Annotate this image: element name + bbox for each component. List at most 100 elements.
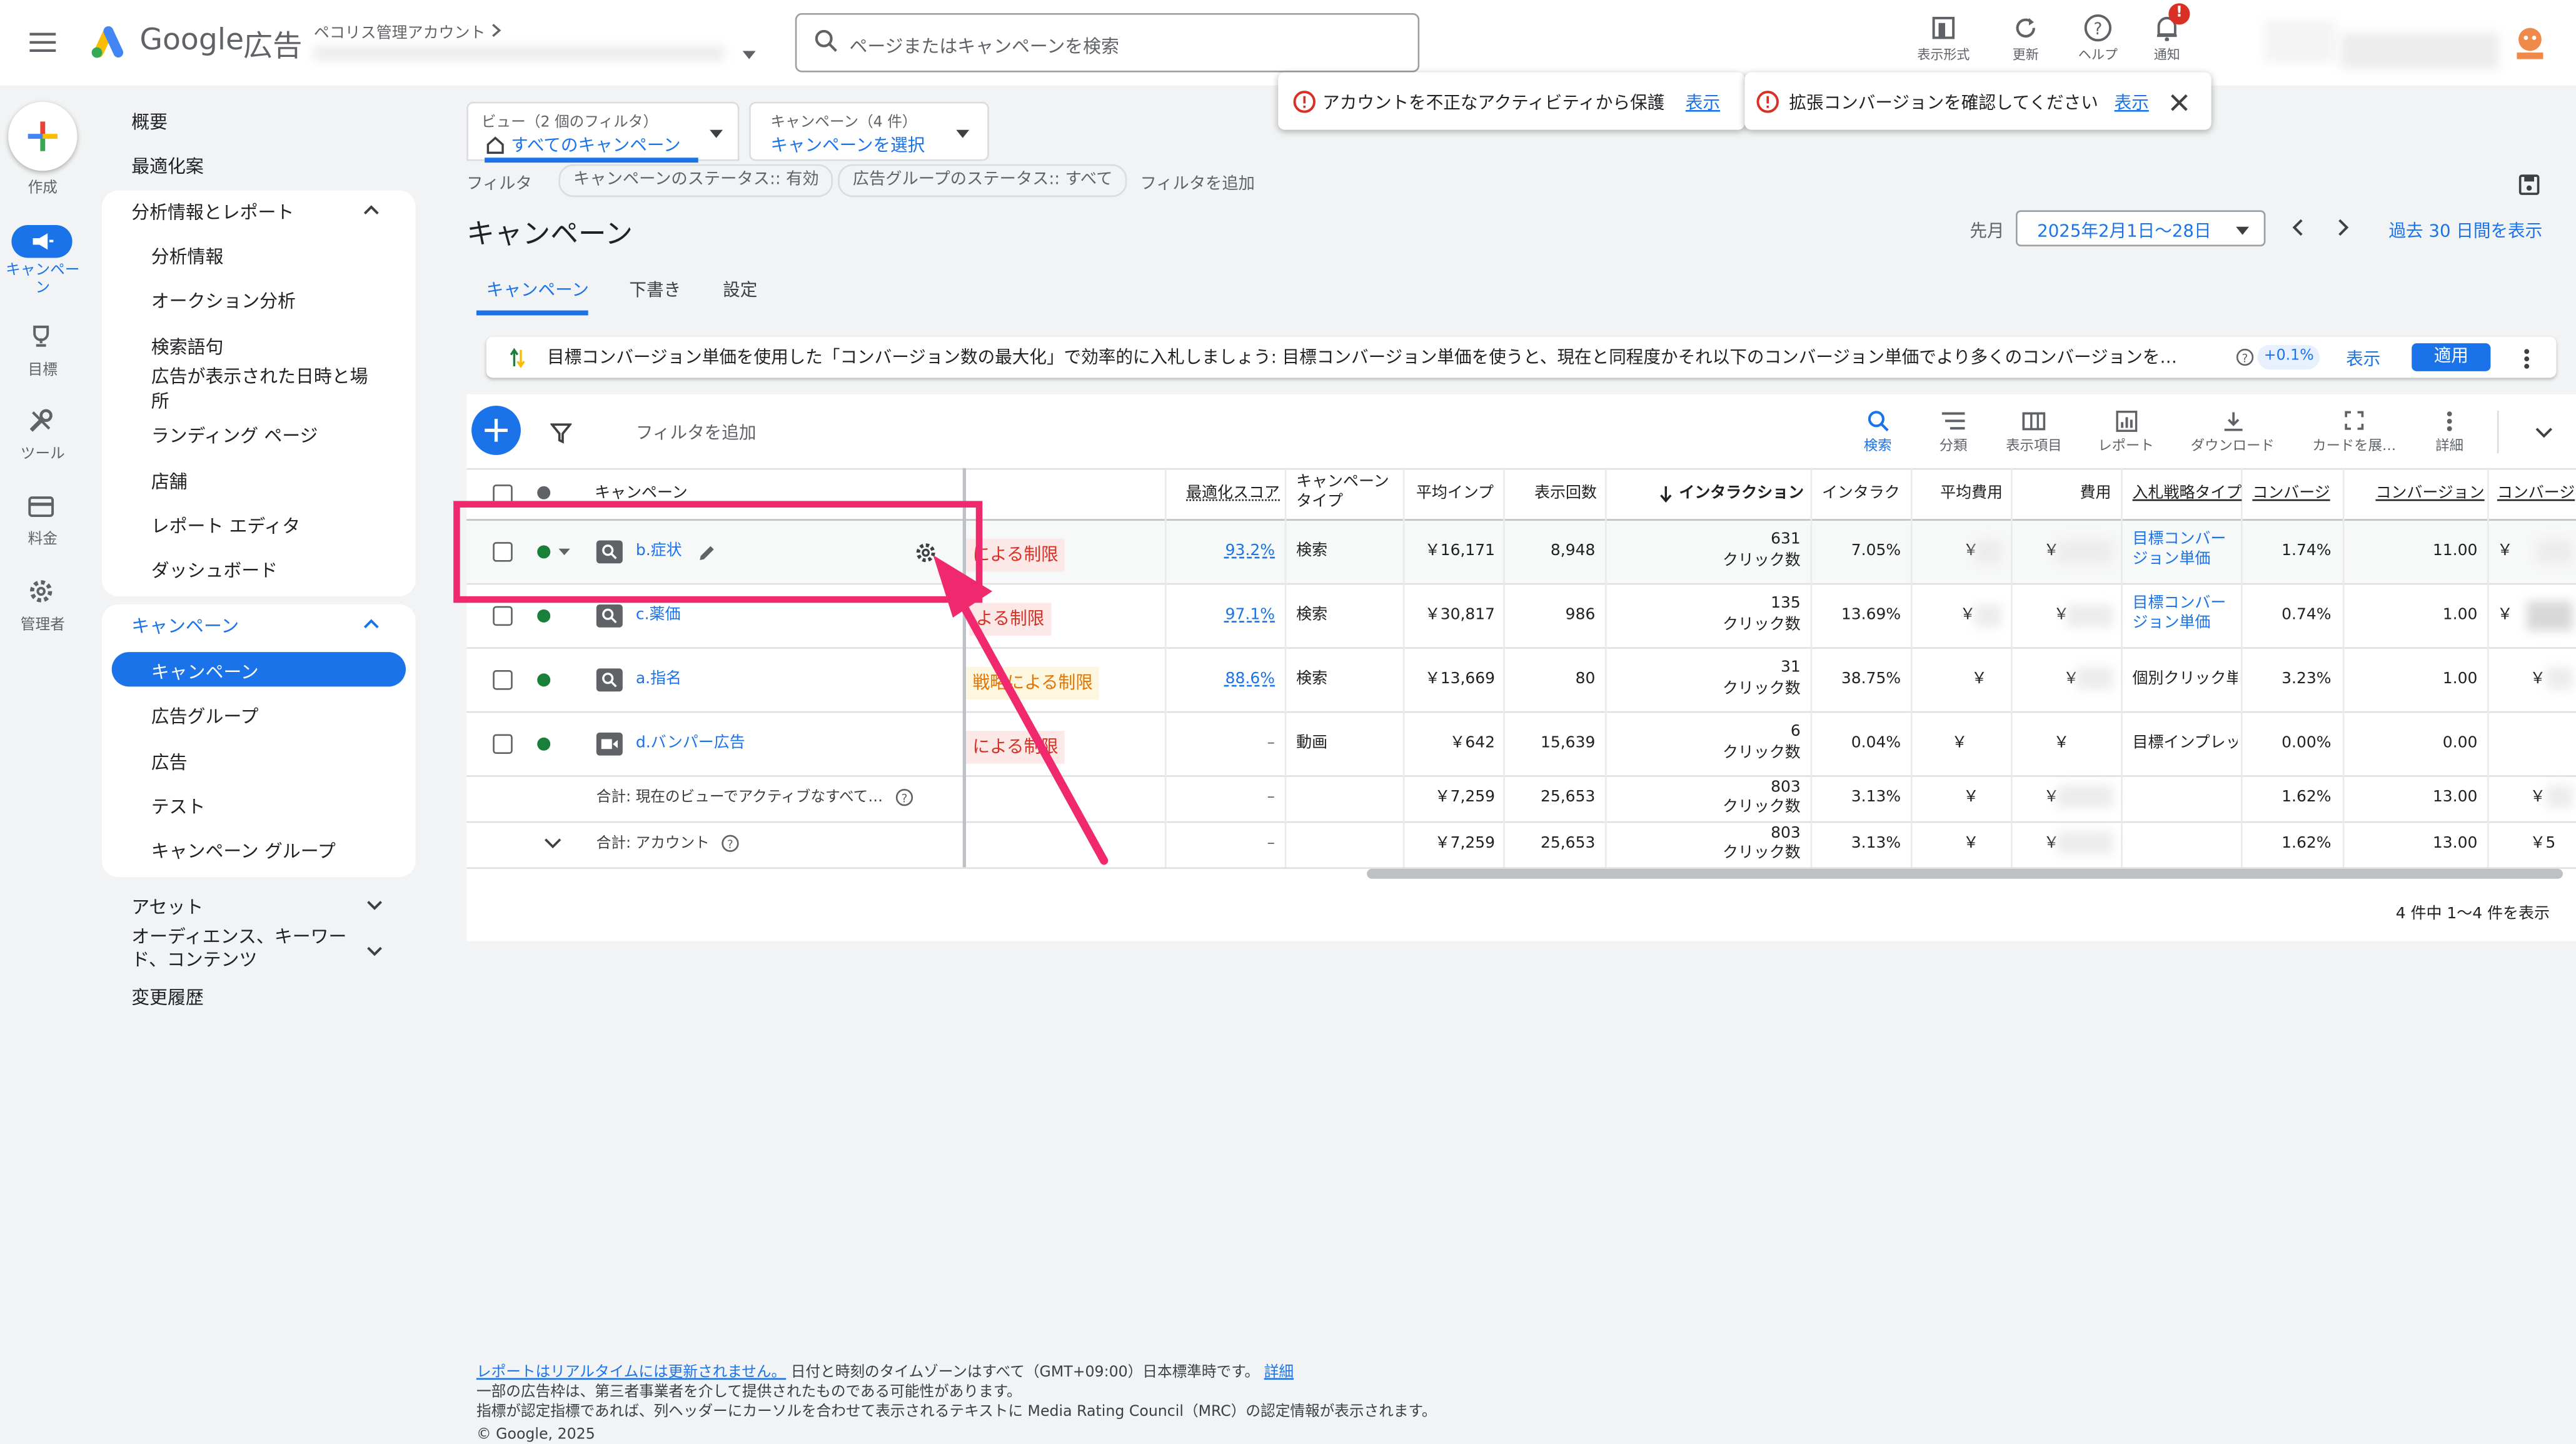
help-icon[interactable]: ? bbox=[720, 833, 740, 853]
chevron-up-icon[interactable] bbox=[358, 614, 385, 634]
bid-strategy-link[interactable]: 目標コンバー ジョン単価 bbox=[2133, 594, 2226, 634]
column-divider bbox=[2121, 468, 2123, 868]
col-header-opt-score[interactable]: 最適化スコア bbox=[1186, 484, 1280, 504]
campaign-selector[interactable]: キャンペーン（4 件） キャンペーンを選択 bbox=[749, 101, 989, 161]
table-add-filter[interactable]: フィルタを追加 bbox=[636, 421, 757, 445]
col-header-type[interactable]: キャンペーン タイプ bbox=[1296, 473, 1389, 513]
display-format-button[interactable]: 表示形式 bbox=[1903, 10, 1985, 76]
view-selector[interactable]: ビュー（2 個のフィルタ） すべてのキャンペーン bbox=[466, 101, 740, 163]
rail-campaigns-button[interactable] bbox=[11, 224, 73, 258]
tools-icon[interactable] bbox=[23, 406, 59, 435]
col-header-conv-extra[interactable]: コンバージ bbox=[2497, 484, 2575, 504]
notifications-button[interactable]: 通知 ! bbox=[2126, 3, 2208, 76]
col-header-impressions[interactable]: 表示回数 bbox=[1534, 484, 1597, 504]
chevron-down-icon[interactable] bbox=[361, 895, 388, 915]
realtime-link[interactable]: レポートはリアルタイムには更新されません。 bbox=[476, 1365, 786, 1381]
nav-campaigns-active-pill[interactable]: キャンペーン bbox=[111, 652, 406, 687]
recommendation-view-link[interactable]: 表示 bbox=[2346, 346, 2380, 371]
col-header-bid[interactable]: 入札戦略タイプ bbox=[2133, 484, 2242, 504]
nav-insights-item[interactable]: 分析情報 bbox=[151, 243, 224, 269]
table-tool-expand[interactable]: カードを展… bbox=[2307, 408, 2402, 455]
avatar[interactable] bbox=[2510, 23, 2550, 63]
row-checkbox[interactable] bbox=[493, 734, 513, 755]
conversion-notice-link[interactable]: 表示 bbox=[2115, 91, 2149, 115]
billing-card-icon[interactable] bbox=[23, 491, 59, 521]
nav-insights-item[interactable]: 店舗 bbox=[151, 468, 188, 494]
col-header-int-rate[interactable]: インタラク bbox=[1822, 484, 1900, 504]
filter-chip[interactable]: 広告グループのステータス:: すべて bbox=[838, 164, 1128, 198]
tab-settings[interactable]: 設定 bbox=[723, 278, 757, 302]
campaign-name-link[interactable]: a.指名 bbox=[636, 670, 682, 690]
nav-insights-item[interactable]: 広告が表示された日時と場所 bbox=[151, 364, 381, 414]
tab-drafts[interactable]: 下書き bbox=[629, 278, 681, 302]
past-30-days-link[interactable]: 過去 30 日間を表示 bbox=[2388, 218, 2542, 243]
nav-insights-item[interactable]: オークション分析 bbox=[151, 288, 296, 314]
chevron-down-icon[interactable] bbox=[2530, 421, 2556, 444]
chevron-left-icon[interactable] bbox=[2283, 214, 2310, 240]
nav-insights-title[interactable]: 分析情報とレポート bbox=[131, 199, 294, 225]
table-tool-search[interactable]: 検索 bbox=[1853, 408, 1903, 455]
recommendation-apply-button[interactable]: 適用 bbox=[2412, 343, 2491, 371]
col-header-interactions[interactable]: インタラクション bbox=[1679, 484, 1804, 504]
col-header-avg-imp[interactable]: 平均インプ bbox=[1416, 484, 1494, 504]
chevron-right-icon[interactable] bbox=[2330, 214, 2356, 240]
table-tool-download[interactable]: ダウンロード bbox=[2181, 408, 2283, 455]
nav-assets[interactable]: アセット bbox=[131, 893, 203, 920]
help-icon[interactable]: ? bbox=[2234, 346, 2254, 366]
interactions-value: 135 bbox=[1771, 594, 1801, 613]
table-tool-more[interactable]: 詳細 bbox=[2425, 408, 2474, 455]
menu-icon[interactable] bbox=[23, 23, 63, 63]
opt-score-link[interactable]: 97.1% bbox=[1215, 606, 1275, 626]
nav-audiences[interactable]: オーディエンス、キーワード、コンテンツ bbox=[131, 926, 353, 973]
impressions-value: 8,948 bbox=[1550, 542, 1596, 560]
nav-campaigns-item[interactable]: テスト bbox=[151, 793, 206, 820]
col-header-conv-rate[interactable]: コンバージ bbox=[2252, 484, 2330, 504]
table-tool-report[interactable]: レポート bbox=[2093, 408, 2159, 455]
nav-campaigns-item[interactable]: 広告 bbox=[151, 749, 188, 775]
horizontal-scrollbar[interactable] bbox=[1367, 868, 2563, 879]
tab-campaigns[interactable]: キャンペーン bbox=[486, 278, 589, 302]
campaign-name-link[interactable]: c.薬価 bbox=[636, 606, 681, 626]
chevron-up-icon[interactable] bbox=[358, 201, 385, 221]
filter-chip[interactable]: キャンペーンのステータス:: 有効 bbox=[558, 164, 834, 198]
nav-campaigns-item[interactable]: キャンペーン グループ bbox=[151, 838, 336, 864]
chevron-down-icon[interactable] bbox=[540, 835, 563, 851]
date-range-picker[interactable]: 2025年2月1日～28日 bbox=[2016, 210, 2266, 247]
details-link[interactable]: 詳細 bbox=[1264, 1365, 1294, 1381]
nav-insights-item[interactable]: レポート エディタ bbox=[151, 513, 300, 539]
nav-campaigns-item[interactable]: 広告グループ bbox=[151, 703, 259, 730]
table-tool-segment[interactable]: 分類 bbox=[1929, 408, 1978, 455]
row-checkbox[interactable] bbox=[493, 606, 513, 626]
nav-campaigns-title[interactable]: キャンペーン bbox=[131, 613, 239, 639]
trophy-icon[interactable] bbox=[23, 322, 59, 351]
add-campaign-button[interactable] bbox=[471, 406, 521, 455]
table-tool-columns[interactable]: 表示項目 bbox=[1998, 408, 2070, 455]
nav-recommendations[interactable]: 最適化案 bbox=[131, 153, 204, 179]
campaign-name-link[interactable]: d.バンパー広告 bbox=[636, 735, 745, 755]
nav-change-history[interactable]: 変更履歴 bbox=[131, 984, 204, 1010]
create-button[interactable] bbox=[8, 101, 78, 171]
nav-overview[interactable]: 概要 bbox=[131, 108, 168, 134]
nav-insights-item[interactable]: ダッシュボード bbox=[151, 557, 278, 583]
nav-insights-item[interactable]: ランディング ページ bbox=[151, 422, 318, 448]
security-notice-link[interactable]: 表示 bbox=[1686, 91, 1720, 115]
bid-strategy-link[interactable]: 目標コンバー ジョン単価 bbox=[2133, 531, 2226, 570]
row-checkbox[interactable] bbox=[493, 670, 513, 690]
search-box[interactable]: ページまたはキャンペーンを検索 bbox=[795, 13, 1420, 73]
conv-rate-value: 0.74% bbox=[2282, 606, 2332, 624]
save-icon[interactable] bbox=[2513, 171, 2543, 197]
filter-funnel-icon[interactable] bbox=[547, 419, 573, 445]
refresh-button[interactable]: 更新 bbox=[1985, 10, 2066, 76]
col-header-cost[interactable]: 費用 bbox=[2080, 484, 2111, 504]
col-header-conversions[interactable]: コンバージョン bbox=[2375, 484, 2484, 504]
more-vert-icon[interactable] bbox=[2517, 345, 2537, 371]
opt-score-link[interactable]: 93.2% bbox=[1215, 542, 1275, 562]
admin-gear-icon[interactable] bbox=[23, 576, 59, 606]
add-filter-link[interactable]: フィルタを追加 bbox=[1140, 169, 1255, 194]
nav-insights-item[interactable]: 検索語句 bbox=[151, 333, 224, 359]
opt-score-link[interactable]: 88.6% bbox=[1215, 670, 1275, 690]
help-icon[interactable]: ? bbox=[893, 787, 913, 807]
col-header-avg-cost[interactable]: 平均費用 bbox=[1940, 484, 2003, 504]
close-icon[interactable] bbox=[2165, 89, 2191, 115]
chevron-down-icon[interactable] bbox=[361, 941, 388, 961]
